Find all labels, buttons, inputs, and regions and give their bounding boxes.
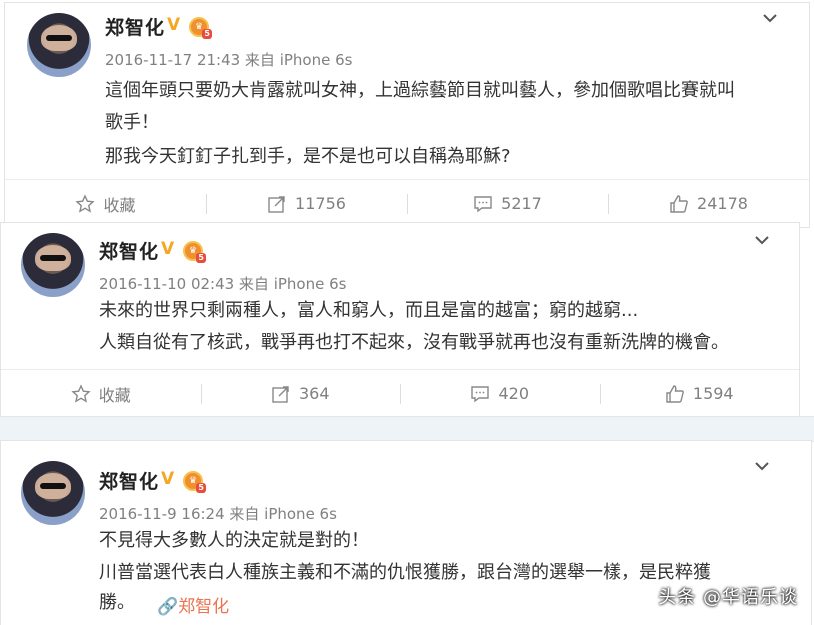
repost-button[interactable]: 11756 <box>206 180 407 227</box>
member-badge-icon[interactable]: ♛ <box>189 17 213 39</box>
repost-count: 364 <box>298 384 330 403</box>
post-text-line: 未來的世界只剩兩種人，富人和窮人，而且是富的越富；窮的越窮... <box>99 300 639 321</box>
post-text-line: 勝。 <box>99 592 135 613</box>
favorite-button[interactable]: 收藏 <box>1 370 201 417</box>
repost-count: 11756 <box>295 194 346 213</box>
post-card-2: 郑智化 V ♛ 2016-11-10 02:43 来自 iPhone 6s 未來… <box>0 222 800 418</box>
thumbs-up-icon <box>666 384 684 403</box>
like-count: 24178 <box>697 194 748 213</box>
comment-icon <box>474 195 492 212</box>
repost-button[interactable]: 364 <box>200 370 401 417</box>
comment-count: 5217 <box>501 194 542 213</box>
action-bar: 收藏 11756 5217 24178 <box>5 179 809 227</box>
star-icon <box>71 383 91 403</box>
post-text-line: 川普當選代表白人種族主義和不滿的仇恨獲勝，跟台灣的選舉一樣，是民粹獲 <box>99 562 711 583</box>
member-badge-icon[interactable]: ♛ <box>183 241 207 263</box>
favorite-label: 收藏 <box>103 195 136 215</box>
verified-icon: V <box>167 15 181 35</box>
link-icon: 🔗 <box>157 597 179 617</box>
post-timestamp[interactable]: 2016-11-9 16:24 来自 iPhone 6s <box>99 503 337 524</box>
avatar[interactable] <box>21 233 85 297</box>
verified-icon: V <box>161 239 175 259</box>
star-icon <box>75 193 96 213</box>
chevron-down-icon[interactable] <box>753 457 771 475</box>
comment-icon <box>471 385 490 402</box>
favorite-button[interactable]: 收藏 <box>5 180 206 227</box>
mention-text: 郑智化 <box>178 597 230 617</box>
post-timestamp[interactable]: 2016-11-17 21:43 来自 iPhone 6s <box>105 49 352 70</box>
comment-button[interactable]: 420 <box>400 370 600 417</box>
post-text-line: 人類自從有了核武，戰爭再也打不起來，沒有戰爭就再也沒有重新洗牌的機會。 <box>99 332 729 353</box>
avatar[interactable] <box>21 461 85 525</box>
post-text-line: 這個年頭只要奶大肯露就叫女神，上過綜藝節目就叫藝人，參加個歌唱比賽就叫 <box>105 80 735 101</box>
like-count: 1594 <box>692 384 734 403</box>
avatar[interactable] <box>27 13 91 77</box>
comment-count: 420 <box>498 384 530 403</box>
post-text-line: 不見得大多數人的決定就是對的！ <box>99 530 369 551</box>
repost-icon <box>272 385 289 403</box>
post-timestamp[interactable]: 2016-11-10 02:43 来自 iPhone 6s <box>99 273 346 294</box>
favorite-label: 收藏 <box>98 385 131 405</box>
mention-link[interactable]: 🔗郑智化 <box>157 592 229 617</box>
username[interactable]: 郑智化 <box>99 237 159 264</box>
action-bar: 收藏 364 420 1594 <box>1 369 799 417</box>
post-card-1: 郑智化 V ♛ 2016-11-17 21:43 来自 iPhone 6s 這個… <box>4 2 810 228</box>
username[interactable]: 郑智化 <box>99 467 159 494</box>
verified-icon: V <box>161 469 175 489</box>
member-badge-icon[interactable]: ♛ <box>183 471 207 493</box>
username[interactable]: 郑智化 <box>105 13 165 40</box>
repost-icon <box>268 195 285 213</box>
feed-divider <box>0 416 814 442</box>
like-button[interactable]: 1594 <box>599 370 800 417</box>
comment-button[interactable]: 5217 <box>407 180 608 227</box>
like-button[interactable]: 24178 <box>608 180 809 227</box>
thumbs-up-icon <box>670 194 688 213</box>
watermark: 头条 @华语乐谈 <box>658 587 798 608</box>
post-text-line: 歌手！ <box>105 112 159 133</box>
chevron-down-icon[interactable] <box>761 9 779 27</box>
post-text-line: 那我今天釘釘子扎到手，是不是也可以自稱為耶穌? <box>105 146 511 167</box>
chevron-down-icon[interactable] <box>753 231 771 249</box>
